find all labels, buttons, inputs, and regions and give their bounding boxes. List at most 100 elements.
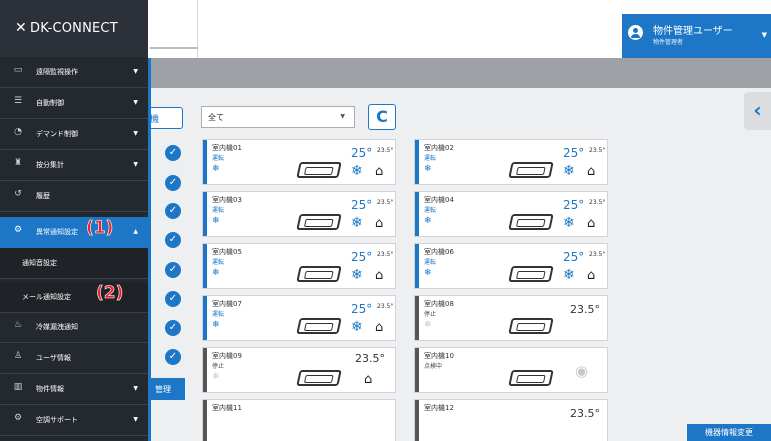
sidebar-item-property-info[interactable]: ▥ 物件情報 ▼ — [0, 374, 148, 405]
refresh-button[interactable]: C — [368, 104, 396, 130]
header-tab-area — [150, 0, 198, 58]
chevron-down-icon: ▼ — [761, 31, 767, 39]
ceiling-unit-icon — [508, 214, 554, 230]
set-temperature: 25° — [563, 146, 585, 160]
check-icon[interactable]: ✓ — [165, 145, 181, 161]
status-bar — [203, 140, 207, 184]
unit-card[interactable]: 室内機08 停止 ❄ 23.5° — [414, 295, 608, 341]
check-icon[interactable]: ✓ — [165, 291, 181, 307]
header-underline — [150, 47, 198, 49]
room-temperature: 23.5° — [589, 199, 606, 206]
admin-button[interactable]: 管理 — [150, 378, 185, 400]
cooling-icon: ❄ — [212, 268, 220, 278]
unit-card[interactable]: 室内機07 運転 ❄ 25° 23.5° ❄ ⌂ — [202, 295, 396, 341]
cooling-icon: ❄ — [212, 216, 220, 226]
status-bar — [203, 400, 207, 441]
unit-card[interactable]: 室内機04 運転 ❄ 25° 23.5° ❄ ⌂ — [414, 191, 608, 237]
snowflake-icon: ❄ — [351, 267, 363, 283]
fan-off-icon: ❄ — [424, 320, 432, 330]
check-icon[interactable]: ✓ — [165, 203, 181, 219]
room-temperature: 23.5° — [377, 199, 394, 206]
status-bar — [415, 348, 419, 392]
history-icon: ↺ — [14, 189, 22, 199]
sidebar-scroll-edge — [148, 58, 151, 441]
snowflake-icon: ❄ — [563, 163, 575, 179]
check-icon[interactable]: ✓ — [165, 320, 181, 336]
unit-name: 室内機05 — [212, 248, 242, 256]
cooling-icon: ❄ — [212, 164, 220, 174]
unit-card[interactable]: 室内機06 運転 ❄ 25° 23.5° ❄ ⌂ — [414, 243, 608, 289]
sidebar-item-label: 自動制御 — [36, 99, 64, 107]
unit-status: 運転 — [424, 207, 437, 214]
check-icon[interactable]: ✓ — [165, 262, 181, 278]
check-icon[interactable]: ✓ — [165, 175, 181, 191]
sidebar-item-label: メール通知設定 — [22, 293, 71, 301]
sidebar-item-user-info[interactable]: ♙ ユーザ情報 — [0, 343, 148, 374]
house-thermometer-icon: ⌂ — [587, 216, 596, 231]
inspection-eye-icon: ◉ — [575, 362, 589, 380]
chevron-down-icon: ▼ — [133, 416, 138, 423]
unit-name: 室内機02 — [424, 144, 454, 152]
brand-logo[interactable]: ✕ DK-CONNECT — [0, 0, 148, 57]
sidebar-item-auto-control[interactable]: ☰ 自動制御 ▼ — [0, 88, 148, 119]
group-select[interactable]: 全て ▼ — [201, 106, 355, 128]
unit-card[interactable]: 室内機03 運転 ❄ 25° 23.5° ❄ ⌂ — [202, 191, 396, 237]
status-bar — [203, 296, 207, 340]
sidebar-item-demand-control[interactable]: ◔ デマンド制御 ▼ — [0, 119, 148, 150]
set-temperature: 25° — [351, 250, 373, 264]
sidebar-item-label: 按分集計 — [36, 161, 64, 169]
sidebar-item-remote-monitoring[interactable]: ▭ 遠隔監視操作 ▼ — [0, 57, 148, 88]
user-menu[interactable]: 物件管理ユーザー 物件管理者 ▼ — [622, 14, 771, 58]
sidebar-item-allocation[interactable]: ♜ 按分集計 ▼ — [0, 150, 148, 181]
sidebar-item-refrigerant-leak[interactable]: ♨ 冷媒漏洩通知 — [0, 312, 148, 343]
unit-card[interactable]: 室内機05 運転 ❄ 25° 23.5° ❄ ⌂ — [202, 243, 396, 289]
check-icon[interactable]: ✓ — [165, 349, 181, 365]
chevron-down-icon: ▼ — [133, 161, 138, 168]
snowflake-icon: ❄ — [563, 215, 575, 231]
status-bar — [415, 140, 419, 184]
unit-name: 室内機11 — [212, 404, 242, 412]
unit-name: 室内機04 — [424, 196, 454, 204]
unit-card[interactable]: 室内機01 運転 ❄ 25° 23.5° ❄ ⌂ — [202, 139, 396, 185]
ceiling-unit-icon — [508, 266, 554, 282]
sidebar-item-label: デマンド制御 — [36, 130, 78, 138]
building-icon: ▥ — [13, 382, 23, 392]
sidebar-item-label: 空調サポート — [36, 416, 78, 424]
filter-tab[interactable]: 機 — [150, 107, 183, 129]
house-thermometer-icon: ⌂ — [375, 164, 384, 179]
sidebar-item-history[interactable]: ↺ 履歴 — [0, 181, 148, 212]
annotation-callout-2: (2) — [96, 283, 124, 304]
unit-card[interactable]: 室内機12 23.5° — [414, 399, 608, 441]
sidebar-item-sound-settings[interactable]: 通知音設定 — [0, 248, 148, 279]
room-temperature: 23.5° — [377, 147, 394, 154]
unit-card[interactable]: 室内機10 点検中 ◉ — [414, 347, 608, 393]
unit-status: 運転 — [212, 259, 225, 266]
unit-status: 運転 — [424, 259, 437, 266]
equipment-change-button[interactable]: 機器情報変更 — [687, 424, 771, 441]
ceiling-unit-icon — [296, 318, 342, 334]
status-bar — [415, 192, 419, 236]
snowflake-icon: ❄ — [563, 267, 575, 283]
set-temperature: 25° — [563, 250, 585, 264]
check-icon[interactable]: ✓ — [165, 232, 181, 248]
house-thermometer-icon: ⌂ — [364, 372, 373, 387]
sidebar-item-alert-settings[interactable]: ⚙ 異常通知設定 ▲ — [0, 217, 148, 248]
status-bar — [203, 192, 207, 236]
unit-card[interactable]: 室内機09 停止 ❄ 23.5° ⌂ — [202, 347, 396, 393]
chevron-down-icon: ▼ — [340, 113, 345, 120]
sidebar-item-mail-settings[interactable]: メール通知設定 — [0, 282, 148, 313]
room-temperature: 23.5° — [570, 407, 600, 420]
sidebar-item-label: 通知音設定 — [22, 259, 57, 267]
sidebar-item-ac-support[interactable]: ⚙ 空調サポート ▼ — [0, 405, 148, 436]
cooling-icon: ❄ — [212, 320, 220, 330]
ceiling-unit-icon — [508, 162, 554, 178]
house-thermometer-icon: ⌂ — [587, 268, 596, 283]
unit-card[interactable]: 室内機11 — [202, 399, 396, 441]
unit-card[interactable]: 室内機02 運転 ❄ 25° 23.5° ❄ ⌂ — [414, 139, 608, 185]
sidebar-item-label: 物件情報 — [36, 385, 64, 393]
unit-name: 室内機07 — [212, 300, 242, 308]
unit-status: 運転 — [212, 155, 225, 162]
status-bar — [415, 296, 419, 340]
house-thermometer-icon: ⌂ — [375, 268, 384, 283]
collapse-panel-chevron-icon[interactable]: ‹ — [744, 92, 771, 130]
